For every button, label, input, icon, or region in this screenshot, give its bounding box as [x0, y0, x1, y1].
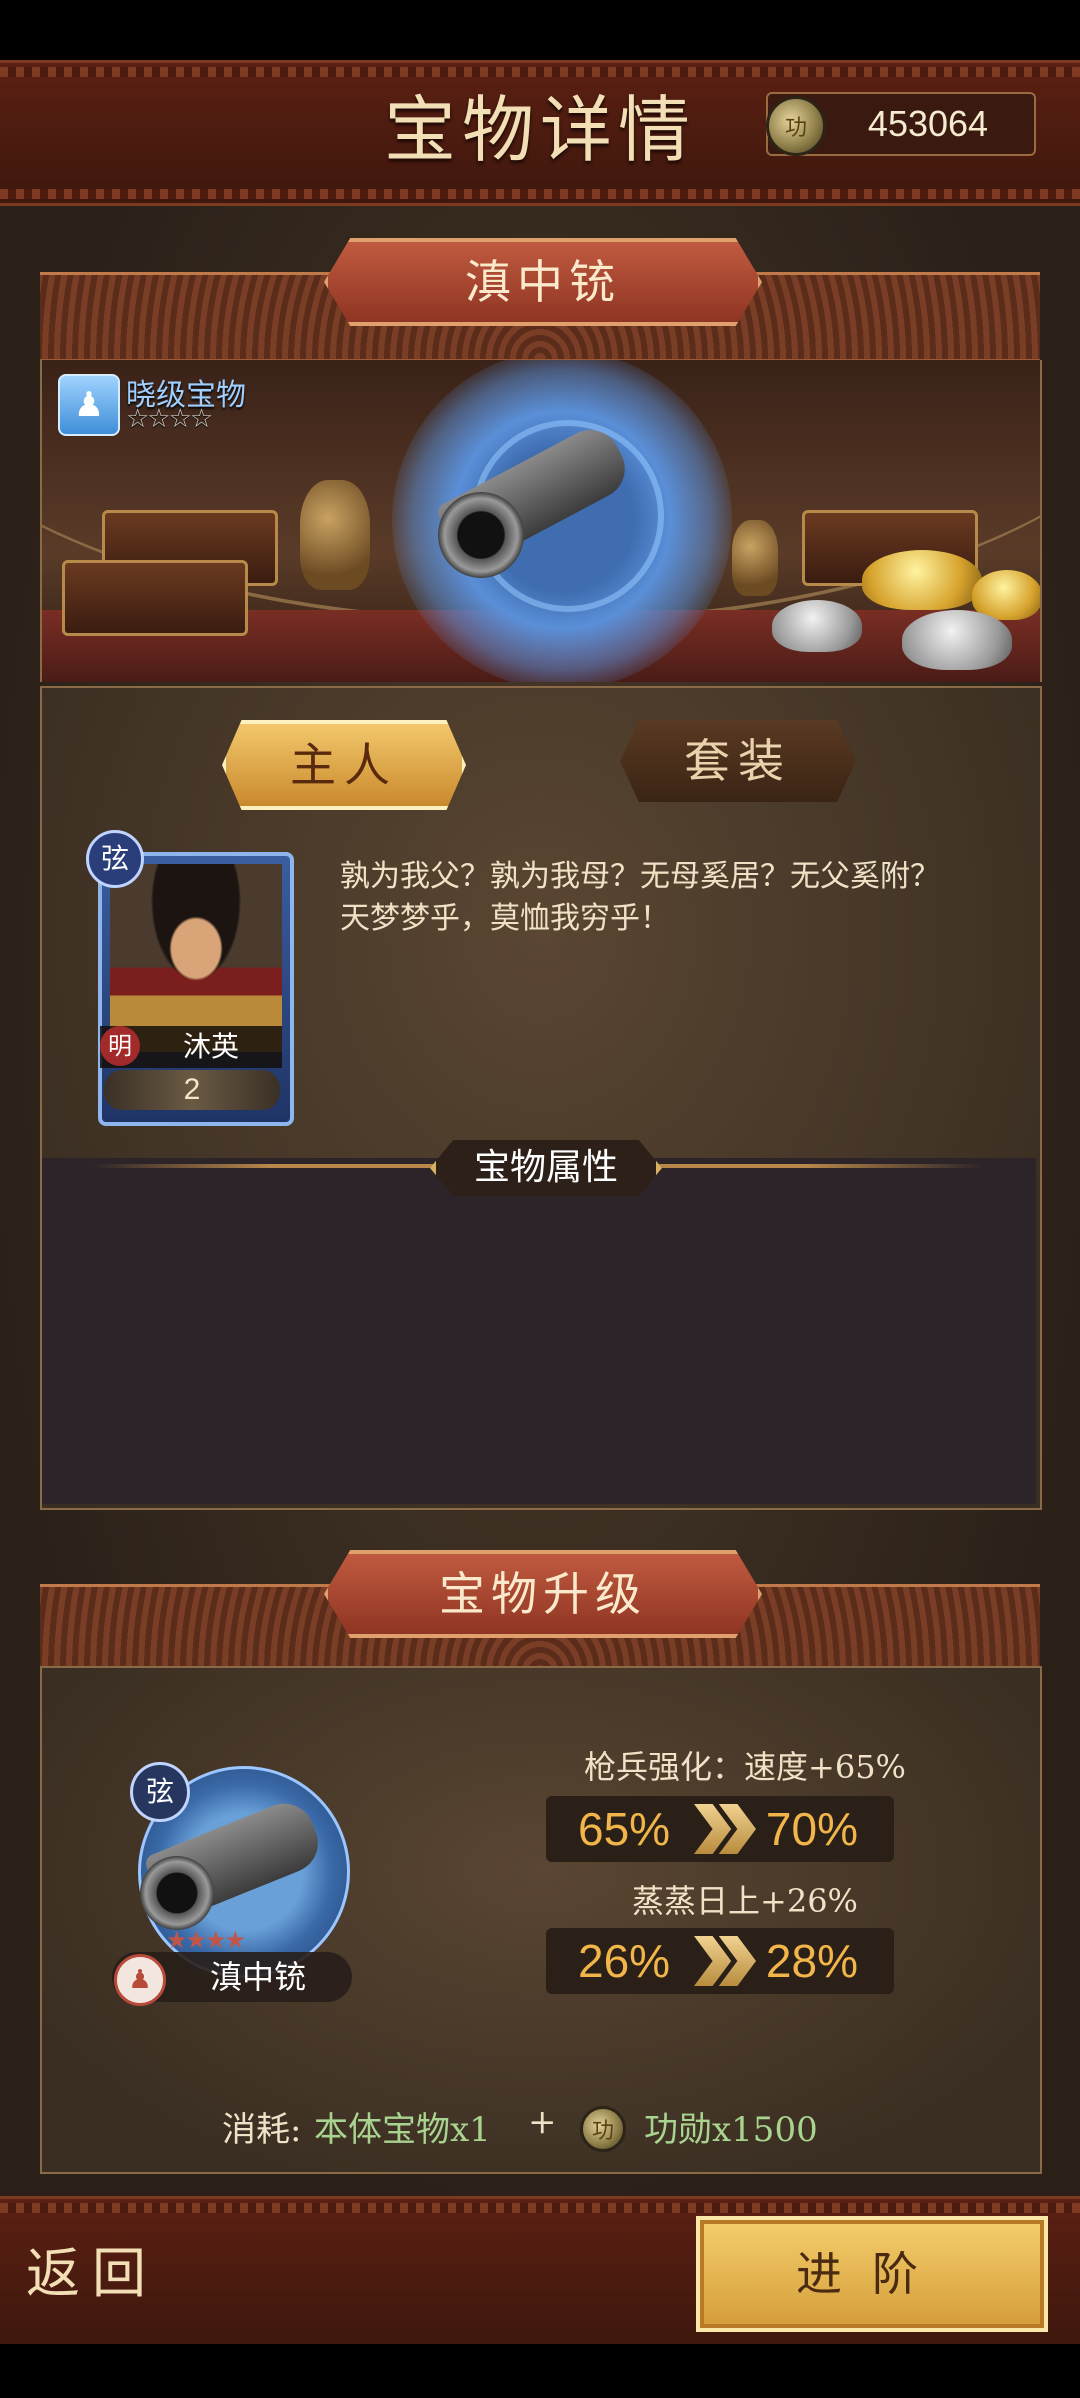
tab-set[interactable]: 套装: [620, 720, 856, 802]
stat-label: 蒸蒸日上+26%: [632, 1882, 858, 1920]
treasure-rank-icon: ♟: [58, 374, 120, 436]
tab-owner[interactable]: 主人: [222, 720, 466, 810]
stat-from: 65%: [578, 1803, 671, 1855]
gold-ingot-decoration: [862, 550, 982, 610]
treasure-lore: 孰为我父？孰为我母？无母奚居？无父奚附？天梦梦乎，莫恤我穷乎！: [340, 859, 940, 936]
currency-value: 453064: [867, 103, 989, 144]
attributes-area: [42, 1158, 1036, 1504]
vase-decoration: [300, 480, 370, 590]
currency-display: 功 453064: [766, 92, 1036, 156]
stat-change: 65% 70%: [546, 1796, 894, 1862]
stat-label: 枪兵强化：速度+65%: [584, 1748, 906, 1786]
treasure-type-icon: ♟: [114, 1954, 166, 2006]
cost-label: 消耗:: [222, 2110, 302, 2150]
attributes-title: 宝物属性: [430, 1140, 662, 1196]
stat-from: 26%: [578, 1935, 671, 1987]
cost-merit: 功勋x1500: [644, 2110, 818, 2150]
advance-button[interactable]: 进阶: [696, 2216, 1048, 2332]
bottom-edge: [0, 2344, 1080, 2398]
stat-to: 28%: [765, 1935, 858, 1987]
stat-change: 26% 28%: [546, 1928, 894, 1994]
vase-decoration: [732, 520, 778, 596]
stat-to: 70%: [765, 1803, 858, 1855]
treasure-rank-stars: ☆☆☆☆: [126, 404, 213, 434]
hero-level: 2: [104, 1070, 280, 1110]
silver-ingot-decoration: [902, 610, 1012, 670]
gun-muzzle: [438, 492, 524, 578]
upgrade-gun-muzzle: [140, 1856, 214, 1930]
upgrade-title: 宝物升级: [324, 1550, 762, 1638]
cost-plus: +: [528, 2102, 557, 2142]
hero-name: 沐英: [182, 1030, 239, 1063]
hero-type-badge: 弦: [86, 830, 144, 888]
upgrade-item-name: 滇中铳: [209, 1958, 306, 1996]
hero-portrait: [110, 864, 282, 1052]
double-arrow-icon: [694, 1936, 756, 1986]
merit-coin-icon: 功: [766, 96, 826, 156]
silver-ingot-decoration: [772, 600, 862, 652]
cost-item: 本体宝物x1: [314, 2110, 491, 2150]
merit-coin-icon: 功: [580, 2106, 626, 2152]
back-button[interactable]: 返回: [26, 2232, 226, 2316]
upgrade-item-stars: ★★★★: [166, 1926, 246, 1954]
hero-faction-badge: 明: [100, 1026, 140, 1066]
treasure-name: 滇中铳: [324, 238, 762, 326]
double-arrow-icon: [694, 1804, 756, 1854]
upgrade-item-badge: 弦: [130, 1762, 190, 1822]
chest-decoration: [62, 560, 248, 636]
page-title: 宝物详情: [383, 88, 696, 172]
